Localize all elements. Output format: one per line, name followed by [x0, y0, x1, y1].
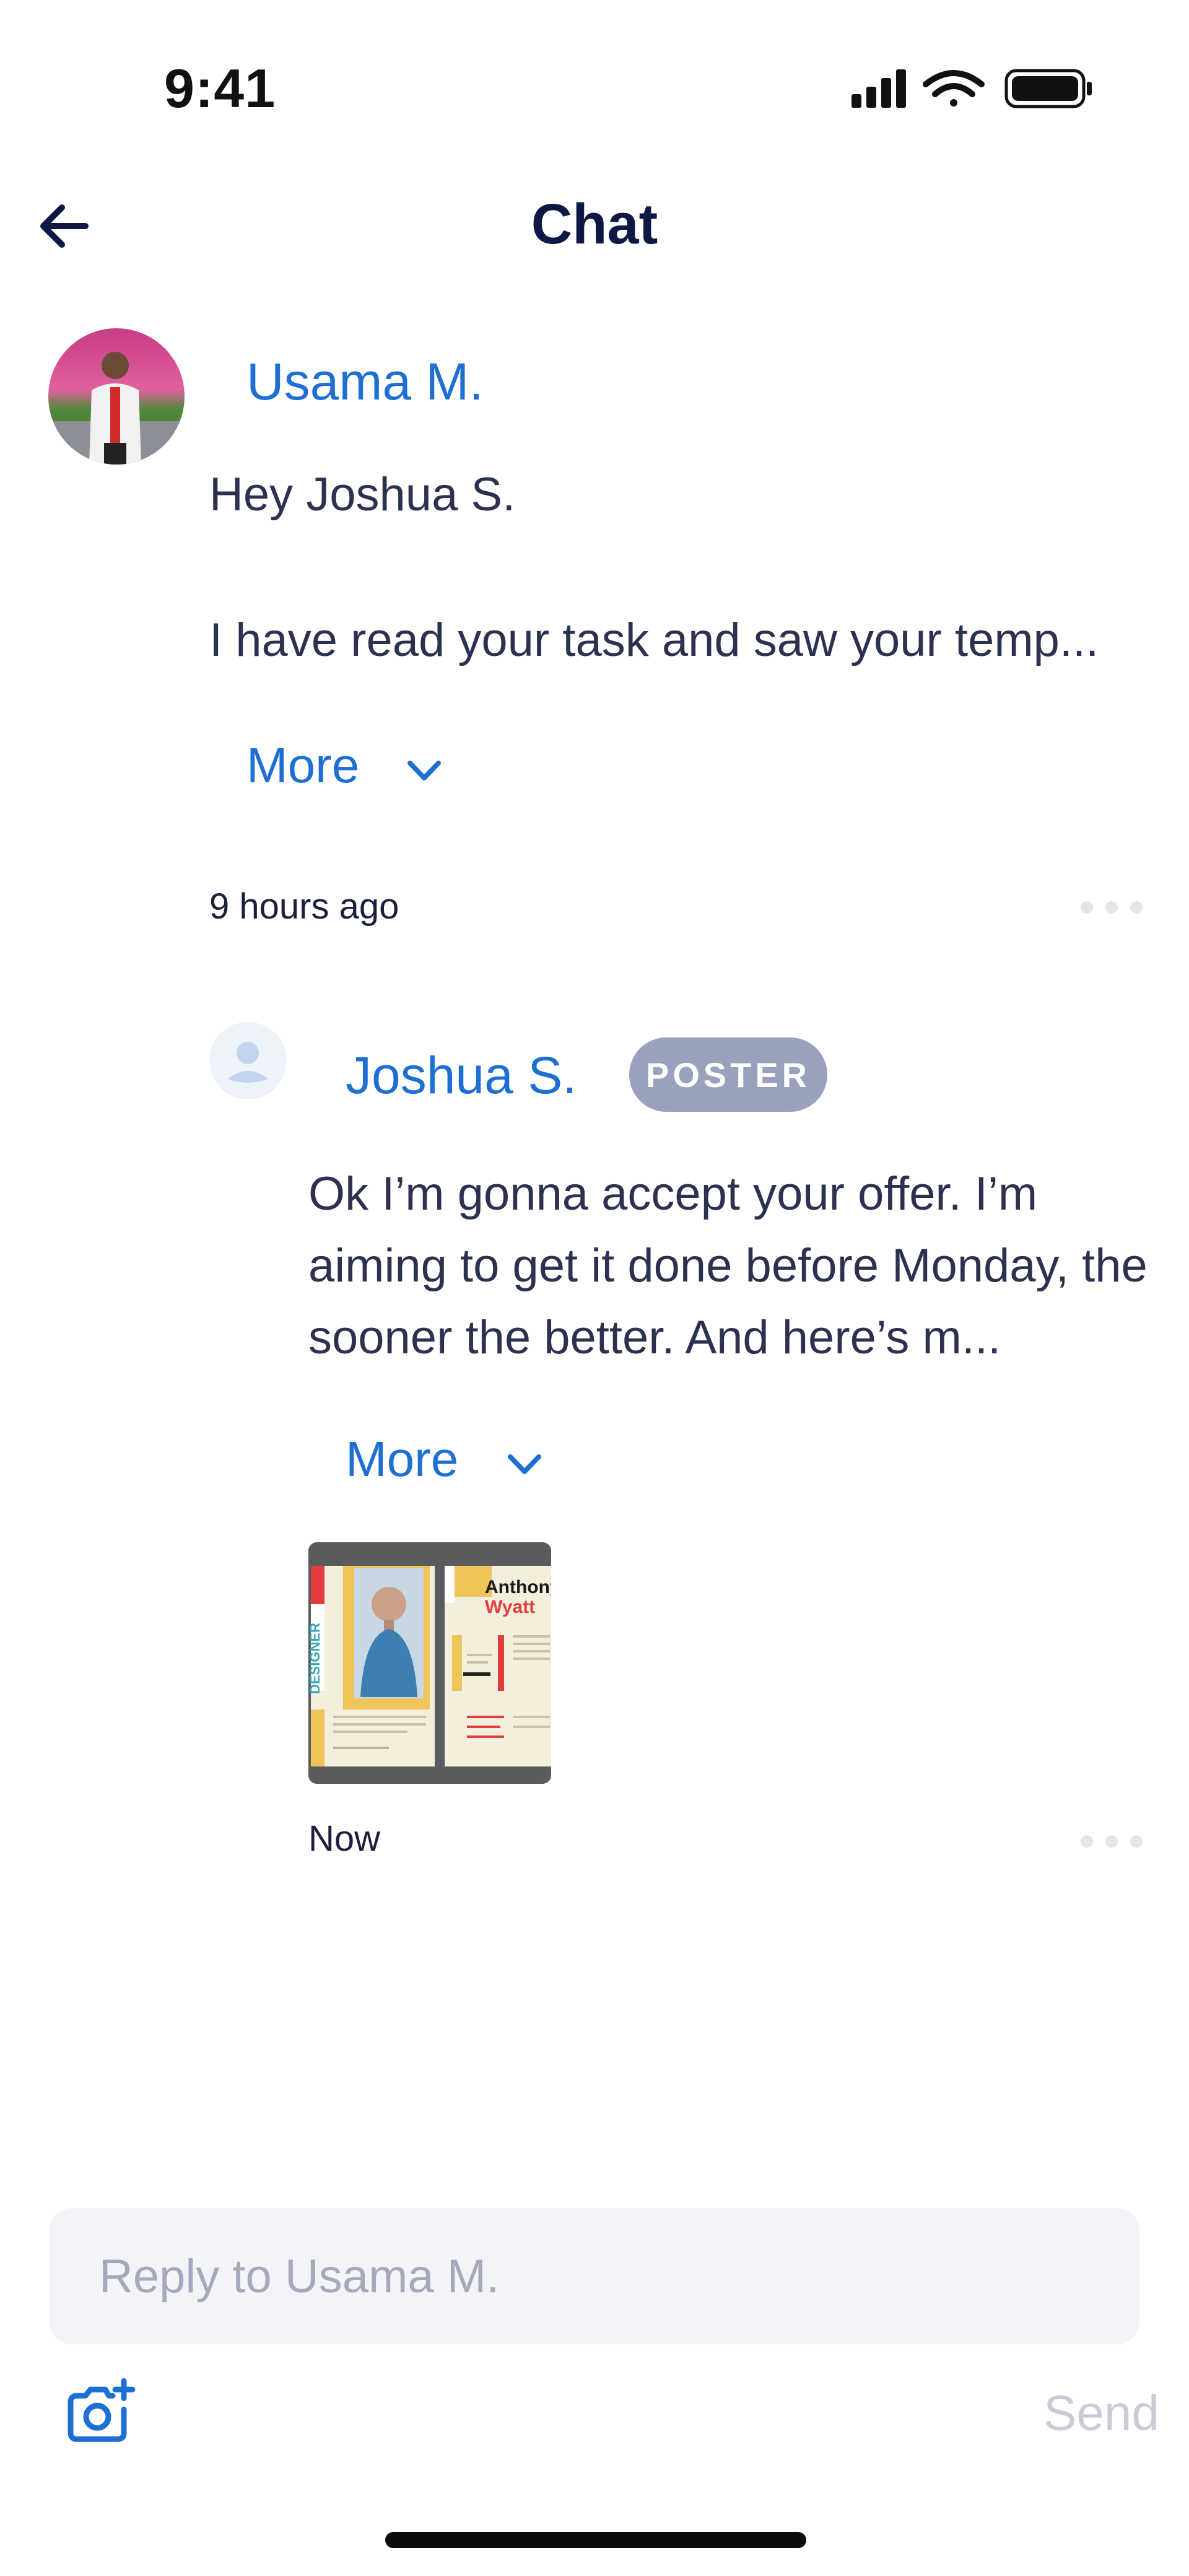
attachment-side-label: DESIGNER	[308, 1623, 323, 1694]
chevron-down-icon[interactable]	[403, 749, 446, 793]
signal-icon	[851, 69, 906, 108]
svg-text:DESIGNER: DESIGNER	[308, 1623, 323, 1694]
message-text: Hey Joshua S.	[209, 468, 516, 521]
sender-name[interactable]: Joshua S.	[346, 1046, 577, 1106]
attachment-thumbnail[interactable]: DESIGNER Anthony Wyatt	[308, 1542, 551, 1784]
more-button[interactable]: More	[346, 1431, 458, 1488]
avatar[interactable]	[209, 1022, 287, 1099]
more-dots-icon[interactable]	[1078, 1832, 1146, 1851]
reply-input[interactable]	[50, 2208, 1139, 2344]
more-dots-icon[interactable]	[1078, 898, 1146, 917]
send-button[interactable]: Send	[1043, 2385, 1159, 2442]
sender-name[interactable]: Usama M.	[246, 352, 484, 412]
message-text: Ok I’m gonna accept your offer. I’m aimi…	[308, 1168, 1148, 1364]
camera-add-icon[interactable]	[62, 2377, 136, 2445]
message-timestamp: Now	[308, 1818, 381, 1859]
poster-badge: POSTER	[629, 1037, 827, 1112]
status-time: 9:41	[164, 58, 276, 119]
chevron-down-icon[interactable]	[503, 1443, 546, 1487]
page-title: Chat	[531, 193, 658, 256]
message-text: I have read your task and saw your temp.…	[209, 614, 1099, 666]
svg-text:Wyatt: Wyatt	[485, 1597, 535, 1617]
wifi-icon	[923, 70, 985, 107]
home-indicator	[385, 2532, 806, 2548]
more-button[interactable]: More	[246, 737, 359, 794]
avatar[interactable]	[48, 328, 185, 465]
status-icons	[851, 69, 1092, 108]
battery-icon	[1004, 69, 1092, 108]
svg-text:Anthony: Anthony	[485, 1577, 551, 1597]
person-icon	[228, 1042, 268, 1083]
message-timestamp: 9 hours ago	[209, 886, 399, 927]
